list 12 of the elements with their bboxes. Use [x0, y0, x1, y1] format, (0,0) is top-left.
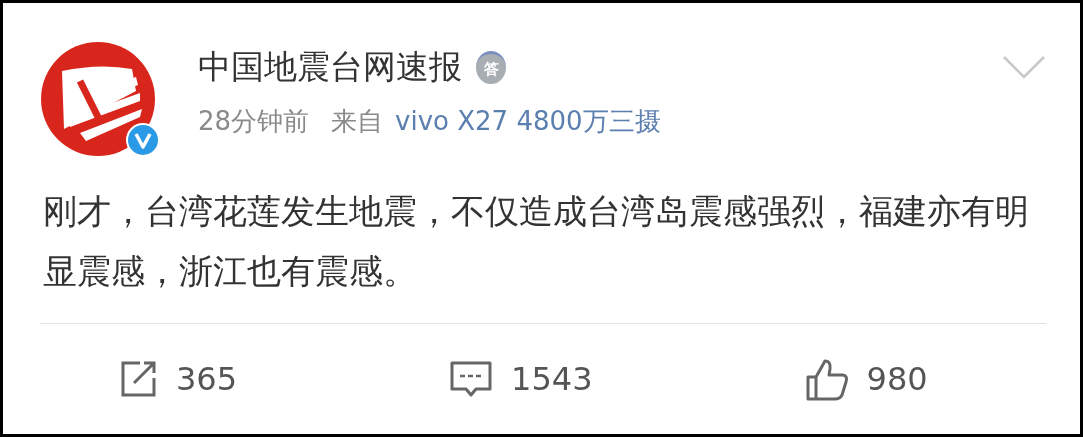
action-count: 1543	[511, 360, 593, 398]
post-text: 刚才，台湾花莲发生地震，不仅造成台湾岛震感强烈，福建亦有明显震感，浙江也有震感。	[43, 190, 1030, 293]
comment-icon[interactable]	[449, 359, 494, 399]
action-count: 365	[176, 360, 238, 398]
post-time: 28分钟前	[198, 105, 310, 138]
source-device[interactable]: vivo X27 4800万三摄	[395, 104, 661, 139]
thumbs-up-icon[interactable]	[804, 357, 849, 401]
source-label: 来自	[331, 105, 384, 138]
avatar-icon[interactable]	[40, 41, 156, 157]
action-count: 980	[866, 360, 928, 398]
author-name[interactable]: 中国地震台网速报	[198, 45, 462, 90]
medal-icon: 答	[476, 51, 506, 84]
